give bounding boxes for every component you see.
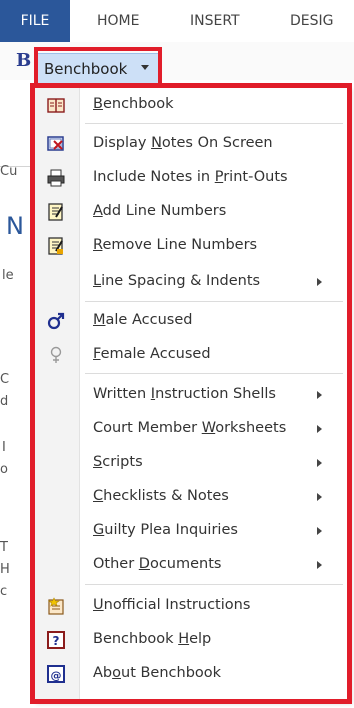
tab-file[interactable]: FILE — [0, 0, 70, 42]
menu-item-label: Other Documents — [93, 556, 222, 572]
background-text-fragment: Cu — [0, 164, 18, 179]
menu-item-label: Written Instruction Shells — [93, 386, 276, 402]
menu-item-label: Checklists & Notes — [93, 488, 229, 504]
background-text-fragment: c — [0, 584, 8, 599]
menu-item-display-notes[interactable]: Display Notes On Screen — [35, 127, 349, 161]
male-symbol-icon — [47, 312, 65, 330]
menu-item-label: Male Accused — [93, 312, 193, 328]
remove-lines-icon — [48, 237, 63, 255]
menu-item-written-instruction-shells[interactable]: Written Instruction Shells — [35, 378, 349, 412]
background-text-fragment: I — [2, 440, 6, 455]
menu-item-other-documents[interactable]: Other Documents — [35, 548, 349, 582]
menu-item-about-benchbook[interactable]: @ About Benchbook — [35, 657, 349, 691]
background-text-fragment: C — [0, 372, 10, 387]
menu-separator — [85, 584, 343, 585]
chevron-right-icon — [317, 561, 322, 569]
background-text-fragment: T — [0, 540, 8, 555]
menu-item-label: Include Notes in Print-Outs — [93, 169, 288, 185]
menu-item-checklists-notes[interactable]: Checklists & Notes — [35, 480, 349, 514]
benchbook-logo-icon: B — [16, 50, 32, 71]
chevron-right-icon — [317, 278, 322, 286]
instructions-icon — [48, 597, 64, 615]
menu-item-label: Line Spacing & Indents — [93, 273, 261, 289]
menu-item-label: Benchbook Help — [93, 631, 212, 647]
menu-separator — [85, 373, 343, 374]
background-text-fragment: d — [0, 394, 9, 409]
menu-item-court-member-worksheets[interactable]: Court Member Worksheets — [35, 412, 349, 446]
benchbook-menu-button-label: Benchbook — [44, 60, 128, 78]
menu-item-label: Guilty Plea Inquiries — [93, 522, 238, 538]
chevron-right-icon — [317, 493, 322, 501]
menu-item-line-spacing-indents[interactable]: Line Spacing & Indents — [35, 265, 349, 299]
menu-item-label: Court Member Worksheets — [93, 420, 287, 436]
menu-item-label: Add Line Numbers — [93, 203, 227, 219]
menu-item-scripts[interactable]: Scripts — [35, 446, 349, 480]
about-icon: @ — [47, 665, 65, 683]
menu-item-label: Benchbook — [93, 96, 174, 112]
printer-icon — [47, 169, 65, 187]
menu-item-label: Unofficial Instructions — [93, 597, 251, 613]
female-symbol-icon — [50, 346, 62, 363]
menu-item-guilty-plea-inquiries[interactable]: Guilty Plea Inquiries — [35, 514, 349, 548]
chevron-right-icon — [317, 391, 322, 399]
menu-item-benchbook[interactable]: Benchbook — [35, 88, 349, 122]
menu-item-label: Display Notes On Screen — [93, 135, 273, 151]
display-notes-icon — [47, 136, 64, 151]
help-icon: ? — [47, 631, 65, 649]
chevron-right-icon — [317, 459, 322, 467]
chevron-right-icon — [317, 425, 322, 433]
ribbon-tab-bar: FILE HOME INSERT DESIG — [0, 0, 354, 43]
menu-item-include-notes-print[interactable]: Include Notes in Print-Outs — [35, 161, 349, 195]
menu-item-label: Female Accused — [93, 346, 211, 362]
svg-text:?: ? — [53, 634, 60, 648]
tab-home[interactable]: HOME — [97, 0, 139, 42]
benchbook-dropdown-menu: Benchbook Display Notes On Screen Includ… — [34, 87, 350, 702]
chevron-down-icon — [141, 65, 149, 70]
menu-separator — [85, 123, 343, 124]
background-text-fragment: H — [0, 562, 10, 577]
benchbook-menu-button[interactable]: Benchbook — [37, 53, 159, 85]
menu-item-benchbook-help[interactable]: ? Benchbook Help — [35, 623, 349, 657]
add-lines-icon — [48, 203, 63, 221]
menu-item-remove-line-numbers[interactable]: Remove Line Numbers — [35, 229, 349, 263]
menu-item-male-accused[interactable]: Male Accused — [35, 304, 349, 338]
menu-separator — [85, 301, 343, 302]
tab-design[interactable]: DESIG — [290, 0, 334, 42]
menu-item-label: Remove Line Numbers — [93, 237, 258, 253]
menu-item-unofficial-instructions[interactable]: Unofficial Instructions — [35, 589, 349, 623]
chevron-right-icon — [317, 527, 322, 535]
background-heading-fragment: N — [6, 212, 24, 240]
menu-item-female-accused[interactable]: Female Accused — [35, 338, 349, 372]
menu-item-label: Scripts — [93, 454, 143, 470]
background-text-fragment: le — [2, 268, 14, 283]
menu-item-label: About Benchbook — [93, 665, 222, 681]
book-icon — [47, 98, 65, 113]
tab-insert[interactable]: INSERT — [190, 0, 240, 42]
menu-item-add-line-numbers[interactable]: Add Line Numbers — [35, 195, 349, 229]
background-text-fragment: o — [0, 462, 8, 477]
svg-text:@: @ — [51, 669, 62, 682]
